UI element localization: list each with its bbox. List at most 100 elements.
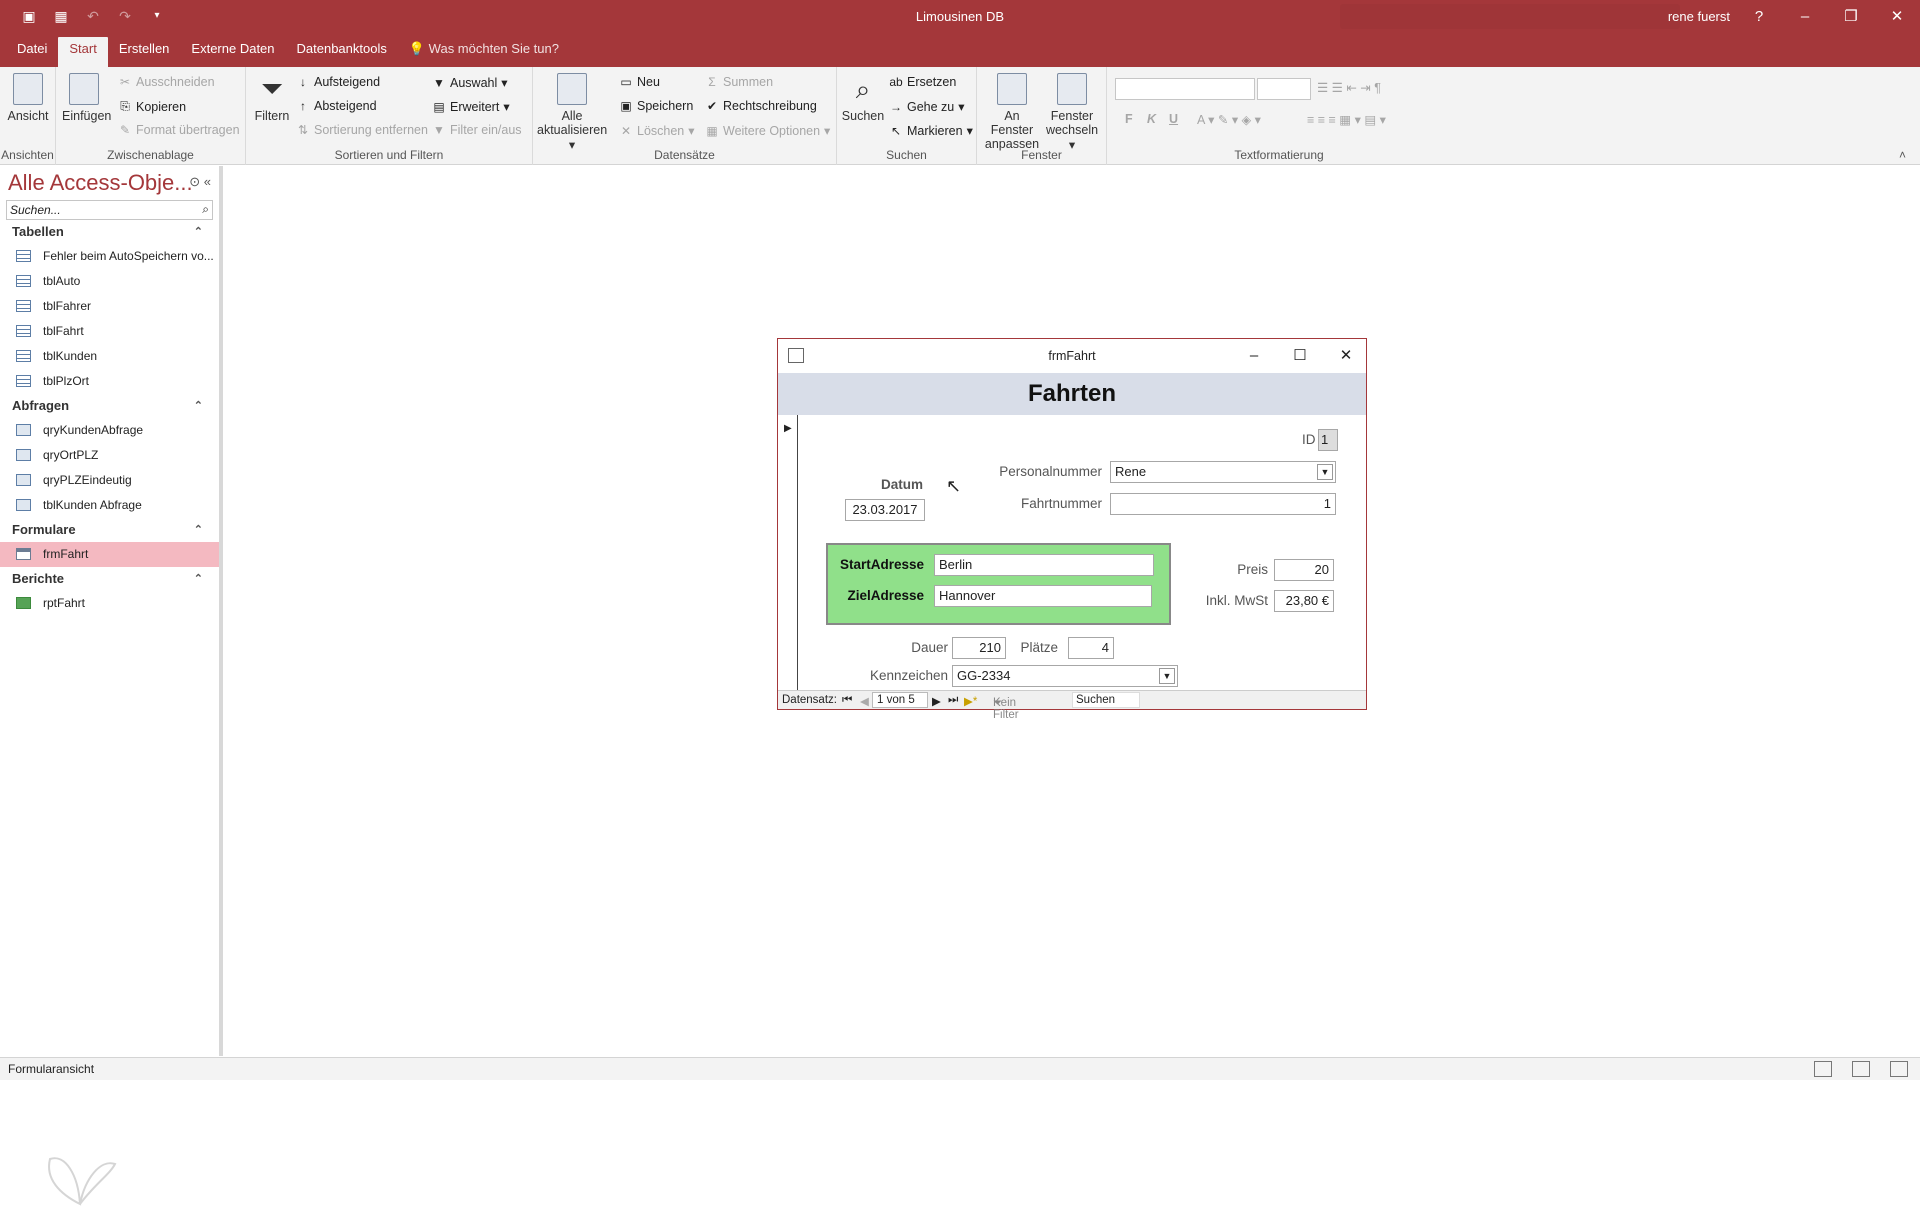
save-icon[interactable]: ▣ [20,7,38,25]
auswahl-button[interactable]: ▼ Auswahl ▾ [432,75,507,91]
gehe-zu-button[interactable]: → Gehe zu ▾ [889,99,965,115]
italic-button[interactable]: K [1147,112,1156,126]
section-berichte[interactable]: Berichte ⌃ [0,567,219,591]
nav-item-table[interactable]: tblPlzOrt [0,369,219,394]
form-maximize-button[interactable]: ☐ [1280,339,1320,373]
absteigend-button[interactable]: ↑ Absteigend [296,99,377,113]
fenster-wechseln-button[interactable]: Fenster wechseln ▾ [1043,73,1101,152]
format-uebertragen-button[interactable]: ✎ Format übertragen [118,123,240,137]
speichern-button[interactable]: ▣ Speichern [619,99,693,113]
collapse-ribbon-icon[interactable]: ˄ [1899,148,1906,162]
nav-item-query[interactable]: qryOrtPLZ [0,443,219,468]
startadresse-field[interactable]: Berlin [934,554,1154,576]
new-record-icon[interactable]: ▶* [964,694,977,708]
font-color-button[interactable]: A ▾ ✎ ▾ ◈ ▾ [1197,112,1261,127]
fahrtnummer-field[interactable]: 1 [1110,493,1336,515]
nav-item-table[interactable]: tblFahrer [0,294,219,319]
underline-button[interactable]: U [1169,112,1178,126]
collapse-icon[interactable]: ⌃ [194,567,203,591]
filtern-button[interactable]: ⏷ Filtern [252,73,292,123]
nav-item-query[interactable]: qryPLZEindeutig [0,468,219,493]
search-icon[interactable]: ⌕ [202,202,209,217]
form-icon[interactable]: ▦ [52,7,70,25]
section-formulare[interactable]: Formulare ⌃ [0,518,219,542]
record-selector[interactable]: ▶ [778,415,798,691]
help-button[interactable]: ? [1736,0,1782,33]
bold-button[interactable]: F [1125,112,1133,126]
form-view-icon[interactable] [1814,1061,1832,1077]
record-position-field[interactable]: 1 von 5 [872,692,928,708]
nav-item-query[interactable]: tblKunden Abfrage [0,493,219,518]
dropdown-arrow-icon[interactable]: ▼ [1317,464,1333,480]
weitere-optionen-button[interactable]: ▦ Weitere Optionen ▾ [705,123,830,139]
summen-button[interactable]: Σ Summen [705,75,773,89]
id-field[interactable]: 1 [1318,429,1338,451]
last-record-icon[interactable]: ⏭ [948,694,958,707]
sortierung-entfernen-button[interactable]: ⇅ Sortierung entfernen [296,123,428,137]
nav-item-table[interactable]: tblFahrt [0,319,219,344]
customize-qat-icon[interactable]: ▾ [148,7,166,25]
collapse-icon[interactable]: ⌃ [194,394,203,418]
neu-button[interactable]: ▭ Neu [619,75,660,89]
inkl-mwst-field[interactable]: 23,80 € [1274,590,1334,612]
restore-button[interactable]: ❐ [1828,0,1874,33]
prev-record-icon[interactable]: ◀ [860,694,869,708]
layout-view-icon[interactable] [1852,1061,1870,1077]
font-name-select[interactable] [1115,78,1255,100]
plaetze-field[interactable]: 4 [1068,637,1114,659]
nav-menu-chevron-icon[interactable]: ⊙ « [189,174,211,190]
aufsteigend-button[interactable]: ↓ Aufsteigend [296,75,380,89]
alle-aktualisieren-button[interactable]: Alle aktualisieren ▾ [537,73,607,152]
tab-externe-daten[interactable]: Externe Daten [180,37,285,67]
an-fenster-anpassen-button[interactable]: An Fenster anpassen [983,73,1041,151]
rechtschreibung-button[interactable]: ✔ Rechtschreibung [705,99,817,113]
kopieren-button[interactable]: ⎘ Kopieren [118,99,186,114]
ansicht-button[interactable]: Ansicht [6,73,50,123]
dropdown-arrow-icon[interactable]: ▼ [1159,668,1175,684]
align-buttons[interactable]: ≡ ≡ ≡ ▦ ▾ ▤ ▾ [1307,112,1386,127]
nav-item-query[interactable]: qryKundenAbfrage [0,418,219,443]
tell-me-box[interactable]: 💡 Was möchten Sie tun? [398,37,570,67]
zieladresse-field[interactable]: Hannover [934,585,1152,607]
ersetzen-button[interactable]: ab Ersetzen [889,75,956,89]
ausschneiden-button[interactable]: ✂ Ausschneiden [118,75,215,89]
section-tabellen[interactable]: Tabellen ⌃ [0,220,219,244]
nav-search-input[interactable]: Suchen... ⌕ [6,200,213,220]
redo-icon[interactable]: ↷ [116,7,134,25]
nav-item-table[interactable]: tblAuto [0,269,219,294]
minimize-button[interactable]: – [1782,0,1828,33]
nav-item-table[interactable]: tblKunden [0,344,219,369]
dauer-field[interactable]: 210 [952,637,1006,659]
erweitert-button[interactable]: ▤ Erweitert ▾ [432,99,509,115]
design-view-icon[interactable] [1890,1061,1908,1077]
font-size-select[interactable] [1257,78,1311,100]
tab-datenbanktools[interactable]: Datenbanktools [286,37,398,67]
einfuegen-button[interactable]: Einfügen [62,73,111,123]
personalnummer-combobox[interactable]: Rene ▼ [1110,461,1336,483]
nav-item-form[interactable]: frmFahrt [0,542,219,567]
undo-icon[interactable]: ↶ [84,7,102,25]
form-minimize-button[interactable]: – [1234,339,1274,373]
nav-item-table[interactable]: Fehler beim AutoSpeichern vo... [0,244,219,269]
list-buttons[interactable]: ☰ ☰ ⇤ ⇥ ¶ [1317,80,1381,95]
markieren-button[interactable]: ↖ Markieren ▾ [889,123,973,139]
loeschen-button[interactable]: ✕ Löschen ▾ [619,123,695,139]
section-abfragen[interactable]: Abfragen ⌃ [0,394,219,418]
form-close-button[interactable]: ✕ [1326,339,1366,373]
kennzeichen-combobox[interactable]: GG-2334 ▼ [952,665,1178,687]
user-name[interactable]: rene fuerst [1668,9,1730,24]
preis-field[interactable]: 20 [1274,559,1334,581]
datum-field[interactable]: 23.03.2017 [845,499,925,521]
close-button[interactable]: ✕ [1874,0,1920,33]
next-record-icon[interactable]: ▶ [932,694,941,708]
nav-item-report[interactable]: rptFahrt [0,591,219,616]
tab-erstellen[interactable]: Erstellen [108,37,181,67]
record-search-input[interactable]: Suchen [1072,692,1140,708]
nav-header[interactable]: Alle Access-Obje... ⊙ « [0,166,219,200]
tab-datei[interactable]: Datei [6,37,58,67]
collapse-icon[interactable]: ⌃ [194,518,203,542]
tab-start[interactable]: Start [58,37,108,67]
filter-toggle-button[interactable]: ▼ Filter ein/aus [432,123,522,137]
first-record-icon[interactable]: ⏮ [842,694,852,707]
collapse-icon[interactable]: ⌃ [194,220,203,244]
